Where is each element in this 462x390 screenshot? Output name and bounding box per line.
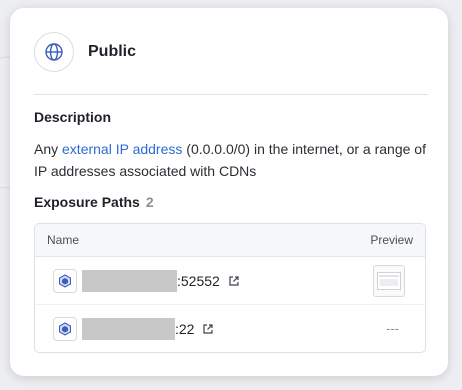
description-pre: Any [34,141,63,157]
description-heading: Description [34,109,112,125]
port-label: :22 [175,320,195,337]
table-header: Name Preview [35,224,425,257]
description-text: Any external IP address (0.0.0.0/0) in t… [34,138,434,182]
redacted-host [82,269,177,292]
column-name: Name [47,233,80,247]
external-link-icon[interactable] [202,323,214,335]
port-label: :52552 [177,272,220,289]
exposure-count: 2 [145,194,154,210]
redacted-host [82,317,175,340]
panel-header: Public [34,32,136,72]
exposure-heading: Exposure Paths 2 [34,194,154,210]
panel-title: Public [88,43,137,60]
public-node-panel: Public Description Any external IP addre… [10,8,448,376]
header-divider [34,94,428,95]
table-row[interactable]: :52552 [35,257,425,304]
table-row[interactable]: :22 --- [35,304,425,352]
exposure-paths-table: Name Preview :52552:22 --- [34,223,426,353]
preview-empty: --- [386,321,399,336]
globe-icon [34,32,74,72]
host-icon [53,316,77,341]
column-preview: Preview [370,233,413,247]
exposure-heading-label: Exposure Paths [34,194,140,210]
host-icon [53,268,77,293]
preview-thumbnail[interactable] [373,265,405,297]
external-ip-link[interactable]: external IP address [62,141,182,157]
external-link-icon[interactable] [228,275,240,287]
